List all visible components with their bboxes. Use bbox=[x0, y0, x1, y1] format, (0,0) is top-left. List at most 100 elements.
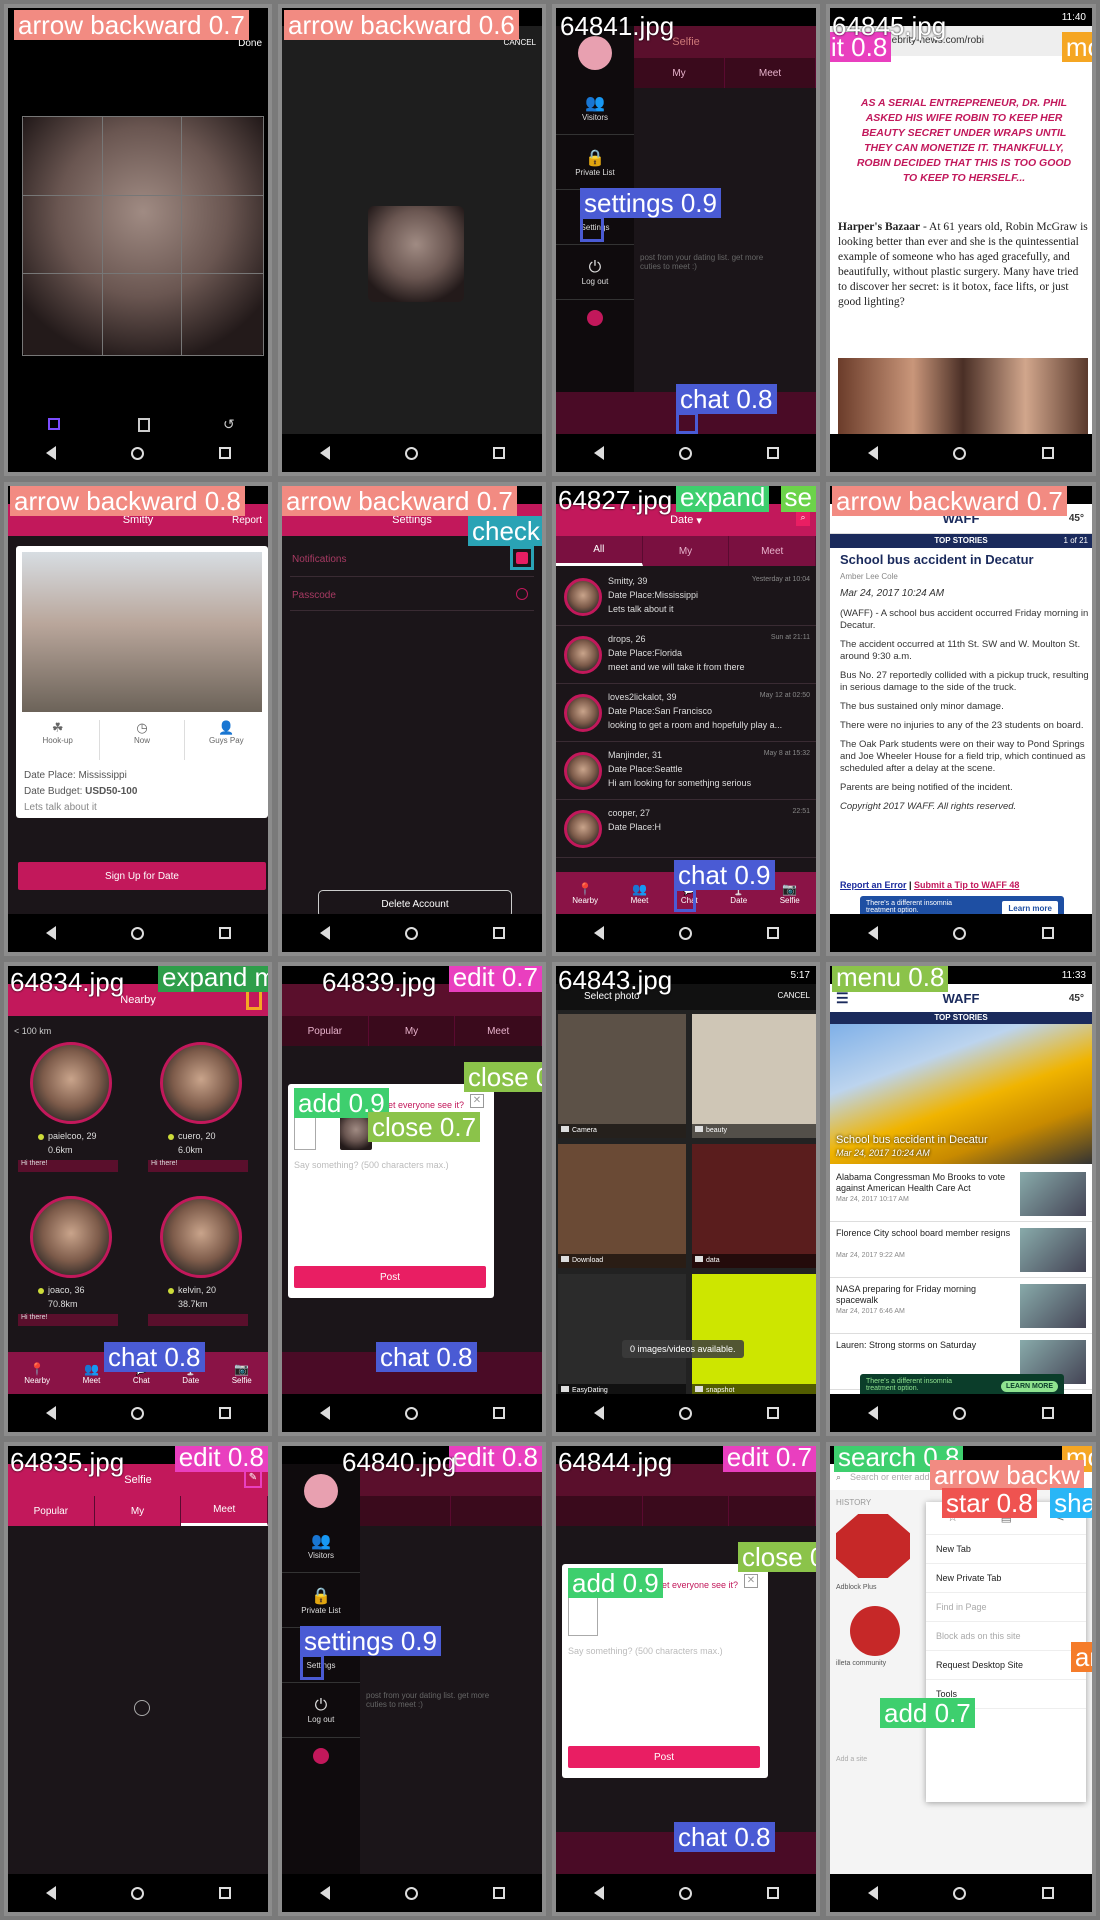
home-icon[interactable] bbox=[678, 1886, 692, 1900]
recents-icon[interactable] bbox=[766, 447, 779, 459]
tab-meet[interactable]: Meet bbox=[725, 58, 816, 88]
tab-popular[interactable]: Popular bbox=[8, 1496, 95, 1526]
person-card[interactable]: paielcoo, 29 0.6km Hi there! bbox=[18, 1042, 134, 1182]
sidebar-item-logout[interactable]: ⏻ Log out bbox=[282, 1683, 360, 1738]
nav-nearby[interactable]: 📍 Nearby bbox=[572, 882, 598, 905]
person-card[interactable]: cuero, 20 6.0km Hi there! bbox=[148, 1042, 264, 1182]
recents-icon[interactable] bbox=[766, 1887, 779, 1899]
recents-icon[interactable] bbox=[218, 1887, 231, 1899]
folder-tile[interactable]: Download bbox=[558, 1144, 686, 1268]
learn-more-button[interactable]: LEARN MORE bbox=[1000, 1381, 1058, 1392]
nav-selfie[interactable]: 📷 Selfie bbox=[232, 1362, 252, 1385]
edit-icon[interactable]: ✎ bbox=[244, 1470, 262, 1488]
hamburger-menu-icon[interactable]: ☰ bbox=[836, 990, 849, 1007]
back-icon[interactable] bbox=[867, 926, 878, 940]
dropdown-icon[interactable]: ▾ bbox=[696, 514, 702, 527]
recents-icon[interactable] bbox=[766, 1407, 779, 1419]
tab-popular[interactable] bbox=[556, 1496, 643, 1526]
person-card[interactable]: joaco, 36 70.8km Hi there! bbox=[18, 1196, 134, 1336]
tab-meet[interactable] bbox=[451, 1496, 542, 1526]
back-icon[interactable] bbox=[45, 1406, 56, 1420]
home-icon[interactable] bbox=[404, 1406, 418, 1420]
sidebar-item-private-list[interactable]: 🔒 Private List bbox=[556, 135, 634, 190]
tab-meet[interactable]: Meet bbox=[455, 1016, 542, 1046]
sidebar-item-logout[interactable]: ⏻ Log out bbox=[556, 245, 634, 300]
nav-selfie[interactable]: 📷 Selfie bbox=[780, 882, 800, 905]
recents-icon[interactable] bbox=[1042, 1407, 1055, 1419]
tab-my[interactable] bbox=[643, 1496, 730, 1526]
home-icon[interactable] bbox=[678, 1406, 692, 1420]
home-icon[interactable] bbox=[130, 1886, 144, 1900]
recents-icon[interactable] bbox=[1042, 927, 1055, 939]
back-icon[interactable] bbox=[319, 926, 330, 940]
back-icon[interactable] bbox=[45, 1886, 56, 1900]
back-icon[interactable] bbox=[867, 1886, 878, 1900]
guys-pay-option[interactable]: 👤 Guys Pay bbox=[185, 720, 268, 760]
tab-my[interactable]: My bbox=[95, 1496, 182, 1526]
home-icon[interactable] bbox=[678, 926, 692, 940]
tab-popular[interactable]: Popular bbox=[282, 1016, 369, 1046]
list-item[interactable]: Smitty, 39 Yesterday at 10:04 Date Place:M… bbox=[556, 568, 816, 626]
recents-icon[interactable] bbox=[492, 927, 505, 939]
tab-meet[interactable]: Meet bbox=[181, 1496, 268, 1526]
close-icon[interactable]: ✕ bbox=[744, 1574, 758, 1588]
search-icon[interactable]: ⌕ bbox=[796, 512, 810, 526]
close-icon[interactable]: ✕ bbox=[470, 1094, 484, 1108]
back-icon[interactable] bbox=[867, 446, 878, 460]
folder-tile[interactable]: beauty bbox=[692, 1014, 816, 1138]
avatar[interactable] bbox=[304, 1474, 338, 1508]
stop-sign-tile[interactable] bbox=[836, 1514, 910, 1578]
back-icon[interactable] bbox=[593, 1406, 604, 1420]
back-icon[interactable] bbox=[319, 1406, 330, 1420]
cancel-button[interactable]: CANCEL bbox=[778, 991, 810, 1000]
tab-all[interactable]: All bbox=[556, 536, 643, 566]
back-icon[interactable] bbox=[593, 926, 604, 940]
crop-grid[interactable] bbox=[22, 116, 264, 356]
back-icon[interactable] bbox=[319, 446, 330, 460]
flip-icon[interactable] bbox=[138, 418, 150, 432]
home-icon[interactable] bbox=[953, 926, 967, 940]
sidebar-item-visitors[interactable]: 👥 Visitors bbox=[556, 80, 634, 135]
home-icon[interactable] bbox=[953, 446, 967, 460]
illeta-tile[interactable] bbox=[850, 1606, 900, 1656]
home-icon[interactable] bbox=[678, 446, 692, 460]
home-icon[interactable] bbox=[404, 926, 418, 940]
passcode-radio[interactable] bbox=[516, 588, 528, 600]
sign-up-for-date-button[interactable]: Sign Up for Date bbox=[18, 862, 266, 890]
nav-meet[interactable]: 👥 Meet bbox=[83, 1362, 101, 1385]
back-icon[interactable] bbox=[593, 446, 604, 460]
recents-icon[interactable] bbox=[766, 927, 779, 939]
tab-my[interactable]: My bbox=[634, 58, 725, 88]
home-icon[interactable] bbox=[130, 926, 144, 940]
sidebar-item-private-list[interactable]: 🔒 Private List bbox=[282, 1573, 360, 1628]
back-icon[interactable] bbox=[593, 1886, 604, 1900]
hero-headline[interactable]: School bus accident in Decatur bbox=[836, 1134, 988, 1146]
tab-my[interactable]: My bbox=[643, 536, 730, 566]
caption-input[interactable]: Say something? (500 characters max.) bbox=[568, 1646, 723, 1656]
report-error-link[interactable]: Report an Error bbox=[840, 880, 907, 890]
add-photo-slot[interactable] bbox=[294, 1116, 316, 1150]
sidebar-item-visitors[interactable]: 👥 Visitors bbox=[282, 1518, 360, 1573]
story-item[interactable]: Florence City school board member resign… bbox=[830, 1224, 1092, 1278]
now-option[interactable]: ◷ Now bbox=[100, 720, 185, 760]
tab-my[interactable]: My bbox=[369, 1016, 456, 1046]
home-icon[interactable] bbox=[953, 1886, 967, 1900]
nav-meet[interactable]: 👥 Meet bbox=[631, 882, 649, 905]
home-icon[interactable] bbox=[953, 1406, 967, 1420]
menu-item[interactable]: New Tab bbox=[926, 1534, 1086, 1563]
back-icon[interactable] bbox=[45, 926, 56, 940]
recents-icon[interactable] bbox=[218, 1407, 231, 1419]
list-item[interactable]: cooper, 27 22:51 Date Place:H bbox=[556, 800, 816, 858]
story-item[interactable]: Alabama Congressman Mo Brooks to vote ag… bbox=[830, 1168, 1092, 1222]
list-item[interactable]: drops, 26 Sun at 21:11 Date Place:Florida m… bbox=[556, 626, 816, 684]
tab-meet[interactable]: Meet bbox=[729, 536, 816, 566]
home-icon[interactable] bbox=[130, 1406, 144, 1420]
list-item[interactable]: loves2lickalot, 39 May 12 at 02:50 Date Pl… bbox=[556, 684, 816, 742]
story-item[interactable]: NASA preparing for Friday morning spacew… bbox=[830, 1280, 1092, 1334]
home-icon[interactable] bbox=[404, 1886, 418, 1900]
person-card[interactable]: kelvin, 20 38.7km bbox=[148, 1196, 264, 1336]
search-input[interactable]: Search or enter addre bbox=[850, 1472, 938, 1482]
folder-tile[interactable]: data bbox=[692, 1144, 816, 1268]
recents-icon[interactable] bbox=[1042, 1887, 1055, 1899]
menu-item[interactable]: New Private Tab bbox=[926, 1563, 1086, 1592]
